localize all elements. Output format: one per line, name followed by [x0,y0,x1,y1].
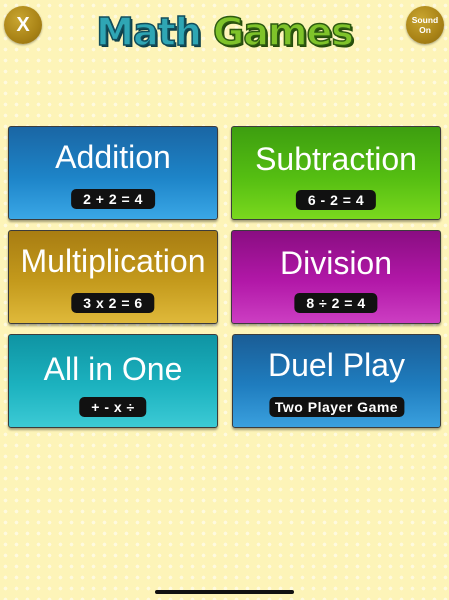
duel-play-subtitle: Two Player Game [268,397,405,417]
app-title: Math Games [0,9,449,55]
duel-play-card[interactable]: Duel Play Two Player Game [232,334,441,428]
subtraction-title: Subtraction [255,141,417,177]
multiplication-card[interactable]: Multiplication 3 x 2 = 6 [8,230,218,324]
sound-label: Sound [411,15,439,25]
subtraction-card[interactable]: Subtraction 6 - 2 = 4 [231,126,441,220]
all-in-one-title: All in One [43,351,183,387]
division-example: 8 ÷ 2 = 4 [294,293,378,313]
multiplication-title: Multiplication [20,243,206,279]
division-card[interactable]: Division 8 ÷ 2 = 4 [231,230,441,324]
addition-card[interactable]: Addition 2 + 2 = 4 [8,126,218,220]
home-indicator[interactable] [155,590,294,594]
title-word-math: Math [95,9,202,55]
all-in-one-example: + - x ÷ [79,397,147,417]
title-word-games: Games [212,9,354,55]
sound-state: On [419,25,431,35]
division-title: Division [279,245,393,281]
addition-title: Addition [55,139,171,175]
sound-toggle-button[interactable]: Sound On [406,6,444,44]
subtraction-example: 6 - 2 = 4 [295,190,377,210]
all-in-one-card[interactable]: All in One + - x ÷ [8,334,218,428]
duel-play-title: Duel Play [268,347,405,383]
addition-example: 2 + 2 = 4 [71,189,155,209]
multiplication-example: 3 x 2 = 6 [71,293,155,313]
